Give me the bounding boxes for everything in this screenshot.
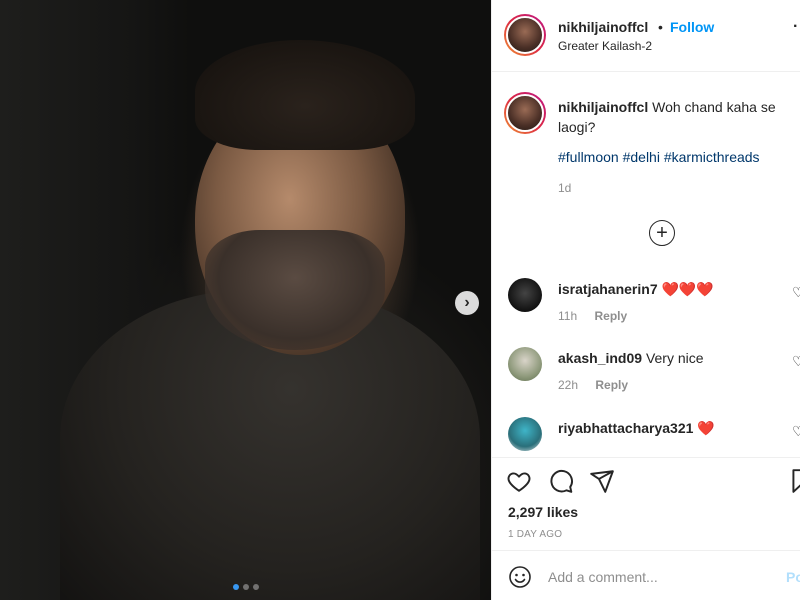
author-avatar[interactable] xyxy=(504,14,546,56)
comment-like-icon[interactable]: ♡ xyxy=(792,284,800,301)
commenter-avatar[interactable] xyxy=(508,417,542,451)
post-location[interactable]: Greater Kailash-2 xyxy=(558,39,652,53)
comment-username[interactable]: akash_ind09 xyxy=(558,350,642,366)
carousel-dot xyxy=(242,584,249,590)
comment-text: Very nice xyxy=(645,350,704,366)
comment-age: 11h xyxy=(558,309,578,323)
add-comment-bar: Po xyxy=(492,550,800,600)
comment-line: isratjahanerin7 ❤️❤️❤️ xyxy=(558,281,714,298)
caption-age: 1d xyxy=(558,181,572,195)
comment-text: ❤️ xyxy=(697,420,715,436)
comment-input[interactable] xyxy=(548,567,768,587)
commenter-avatar[interactable] xyxy=(508,278,542,312)
post-actions: 2,297 likes 1 DAY AGO xyxy=(492,457,800,550)
comment-username[interactable]: riyabhattacharya321 xyxy=(558,420,693,436)
comment-meta: 22h Reply xyxy=(558,378,628,392)
more-options-icon[interactable]: · xyxy=(793,18,798,36)
post-side-panel: nikhiljainoffcl • Follow Greater Kailash… xyxy=(491,0,800,600)
reply-button[interactable]: Reply xyxy=(594,309,627,323)
share-icon[interactable] xyxy=(589,468,615,494)
add-circle-icon[interactable]: + xyxy=(649,220,675,246)
separator-dot: • xyxy=(658,19,663,35)
like-icon[interactable] xyxy=(506,468,532,494)
commenter-avatar[interactable] xyxy=(508,347,542,381)
photo-hair xyxy=(195,40,415,150)
comment-icon[interactable] xyxy=(548,468,574,494)
comment-like-icon[interactable]: ♡ xyxy=(792,423,800,440)
post-photo[interactable]: › xyxy=(0,0,491,600)
posted-time: 1 DAY AGO xyxy=(508,529,563,540)
carousel-dots xyxy=(0,584,491,590)
post-comment-button[interactable]: Po xyxy=(786,569,800,585)
likes-count[interactable]: 2,297 likes xyxy=(508,504,578,520)
save-icon[interactable] xyxy=(788,468,800,494)
carousel-dot xyxy=(252,584,259,590)
author-username[interactable]: nikhiljainoffcl xyxy=(558,19,648,35)
comment-like-icon[interactable]: ♡ xyxy=(792,353,800,370)
emoji-icon[interactable] xyxy=(508,565,532,589)
comment-line: akash_ind09 Very nice xyxy=(558,350,704,366)
comment-age: 22h xyxy=(558,378,579,392)
comment-meta: 11h Reply xyxy=(558,309,627,323)
comment-line: riyabhattacharya321 ❤️ xyxy=(558,420,715,437)
caption-hashtags[interactable]: #fullmoon #delhi #karmicthreads xyxy=(558,149,760,165)
comment-text: ❤️❤️❤️ xyxy=(661,281,714,297)
caption-username[interactable]: nikhiljainoffcl xyxy=(558,99,648,115)
photo-beard xyxy=(205,230,385,350)
follow-button[interactable]: Follow xyxy=(670,19,714,35)
comment-username[interactable]: isratjahanerin7 xyxy=(558,281,658,297)
caption-avatar[interactable] xyxy=(504,92,546,134)
reply-button[interactable]: Reply xyxy=(595,378,628,392)
post-header: nikhiljainoffcl • Follow Greater Kailash… xyxy=(492,0,800,72)
next-arrow-icon[interactable]: › xyxy=(455,291,479,315)
caption-text: nikhiljainoffcl Woh chand kaha se laogi? xyxy=(558,97,788,137)
carousel-dot xyxy=(232,584,239,590)
